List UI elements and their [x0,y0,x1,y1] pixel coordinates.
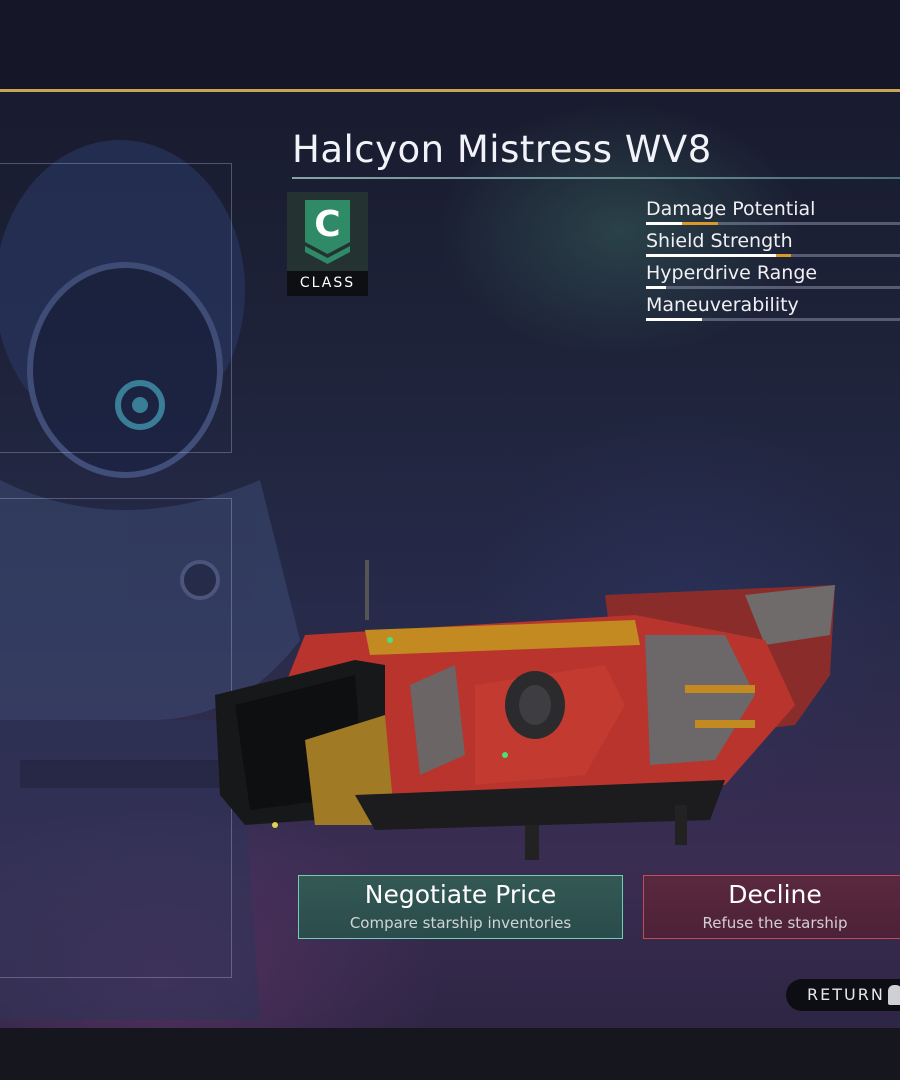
button-title: Negotiate Price [364,880,557,909]
title-underline [292,177,900,179]
button-subtitle: Compare starship inventories [349,914,572,932]
return-button[interactable]: RETURN [786,979,900,1011]
stat-label: Hyperdrive Range [646,262,818,284]
negotiate-price-button[interactable]: Negotiate Price Compare starship invento… [298,875,623,939]
stat-track [646,286,900,289]
stat-boost [682,222,718,225]
class-letter: C [314,204,340,245]
top-band [0,0,900,90]
top-accent-line [0,89,900,92]
return-label: RETURN [807,985,885,1004]
decline-button[interactable]: Decline Refuse the starship [643,875,900,939]
stat-fill [646,286,666,289]
stat-fill [646,254,776,257]
class-badge-icon: C [287,192,368,272]
button-subtitle: Refuse the starship [702,914,848,932]
bottom-band [0,1028,900,1080]
stat-track [646,254,900,257]
stat-fill [646,222,682,225]
stat-track [646,222,900,225]
stat-hyperdrive-range: Hyperdrive Range [646,262,900,292]
stat-boost [776,254,791,257]
left-panel-upper [0,163,232,453]
stat-shield-strength: Shield Strength [646,230,900,260]
starship-model [215,560,835,860]
stat-label: Shield Strength [646,230,793,252]
left-panel-lower [0,498,232,978]
stat-track [646,318,900,321]
ship-name: Halcyon Mistress WV8 [292,128,712,171]
stat-maneuverability: Maneuverability [646,294,900,324]
stat-damage-potential: Damage Potential [646,198,900,228]
mouse-icon [888,985,900,1005]
stat-fill [646,318,702,321]
button-title: Decline [728,880,822,909]
class-label: CLASS [287,271,368,296]
stat-label: Damage Potential [646,198,816,220]
stat-label: Maneuverability [646,294,799,316]
